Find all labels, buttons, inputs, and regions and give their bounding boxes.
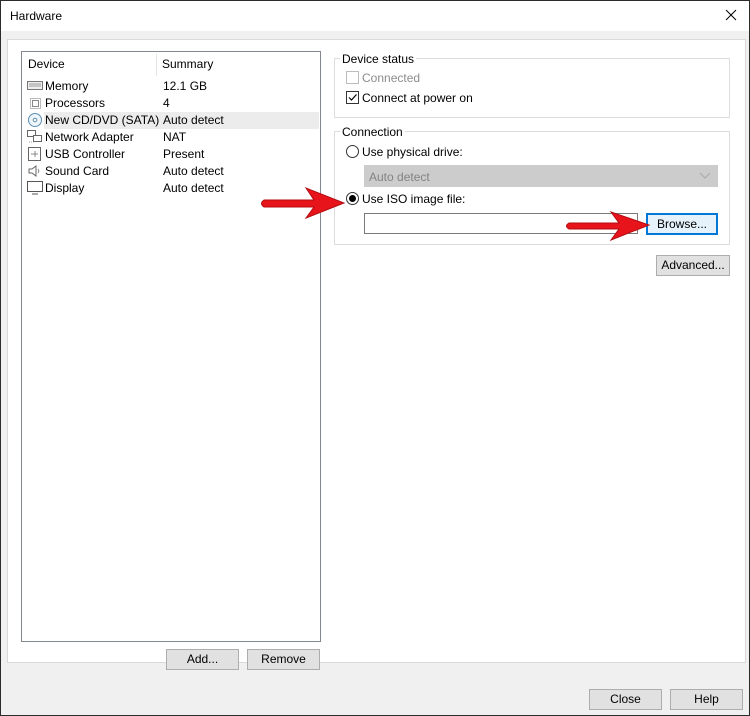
connection-legend: Connection: [340, 125, 405, 139]
connected-label: Connected: [362, 71, 421, 85]
hardware-dialog: Hardware Device Summary Memory 12.1 GB P…: [0, 0, 750, 716]
title-bar: Hardware: [1, 1, 749, 31]
memory-icon: [27, 79, 43, 93]
device-summary: Auto detect: [163, 181, 224, 195]
device-name: Memory: [45, 79, 89, 93]
close-button[interactable]: Close: [589, 689, 662, 710]
device-row-memory[interactable]: Memory 12.1 GB: [22, 78, 319, 95]
iso-image-radio[interactable]: [346, 192, 359, 205]
remove-button[interactable]: Remove: [247, 649, 320, 670]
physical-drive-label: Use physical drive:: [362, 145, 463, 159]
device-name: Sound Card: [45, 164, 110, 178]
radio-selected-dot: [349, 195, 356, 202]
device-summary: NAT: [163, 130, 187, 144]
arrow-to-browse-button: [566, 211, 651, 242]
cd-dvd-icon: [27, 113, 43, 127]
physical-drive-dropdown-value: Auto detect: [369, 170, 430, 184]
connected-checkbox[interactable]: [346, 71, 359, 84]
device-status-legend: Device status: [340, 52, 417, 66]
arrow-to-iso-radio: [261, 186, 346, 220]
connect-at-power-on-checkbox[interactable]: [346, 91, 359, 104]
help-button[interactable]: Help: [670, 689, 743, 710]
column-header-summary[interactable]: Summary: [156, 52, 213, 77]
device-row-cd-dvd[interactable]: New CD/DVD (SATA) Auto detect: [22, 112, 319, 129]
device-summary: Auto detect: [163, 113, 224, 127]
physical-drive-radio[interactable]: [346, 145, 359, 158]
physical-drive-dropdown[interactable]: Auto detect: [364, 165, 718, 187]
device-name: Display: [45, 181, 85, 195]
device-name: Processors: [45, 96, 106, 110]
device-name: Network Adapter: [45, 130, 134, 144]
window-title: Hardware: [10, 9, 63, 23]
display-icon: [27, 181, 43, 195]
browse-button[interactable]: Browse...: [646, 213, 718, 235]
device-status-group: [334, 58, 730, 118]
network-adapter-icon: [27, 130, 43, 144]
device-row-usb-controller[interactable]: USB Controller Present: [22, 146, 319, 163]
device-summary: 4: [163, 96, 170, 110]
usb-icon: [27, 147, 43, 161]
device-summary: Auto detect: [163, 164, 224, 178]
device-list[interactable]: Device Summary Memory 12.1 GB Processors…: [21, 51, 321, 642]
processor-icon: [27, 96, 43, 110]
column-header-device[interactable]: Device: [22, 52, 65, 77]
device-name: USB Controller: [45, 147, 126, 161]
device-row-processors[interactable]: Processors 4: [22, 95, 319, 112]
device-summary: Present: [163, 147, 205, 161]
device-summary: 12.1 GB: [163, 79, 208, 93]
device-name: New CD/DVD (SATA): [45, 113, 160, 127]
add-button[interactable]: Add...: [166, 649, 239, 670]
close-icon[interactable]: [719, 3, 743, 27]
device-row-sound-card[interactable]: Sound Card Auto detect: [22, 163, 319, 180]
chevron-down-icon: [699, 169, 711, 184]
sound-icon: [27, 164, 43, 178]
connect-at-power-on-label: Connect at power on: [362, 91, 473, 105]
device-row-network-adapter[interactable]: Network Adapter NAT: [22, 129, 319, 146]
advanced-button[interactable]: Advanced...: [656, 255, 730, 276]
iso-image-label: Use ISO image file:: [362, 192, 466, 206]
